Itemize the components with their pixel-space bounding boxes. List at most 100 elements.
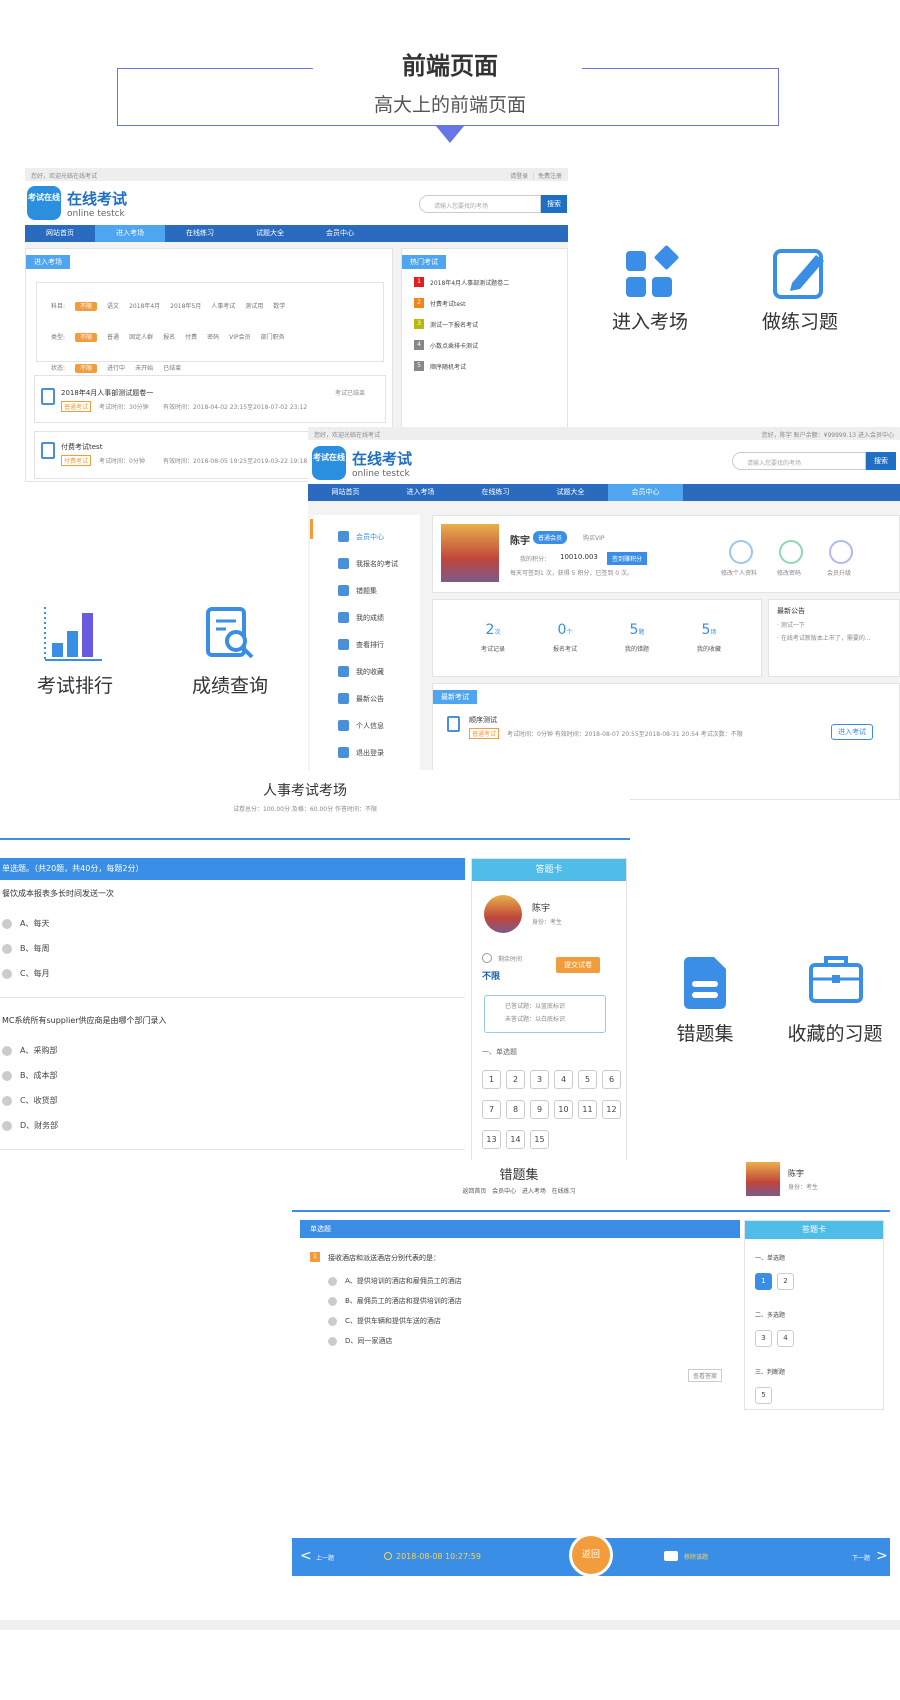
question-number-button[interactable]: 4	[554, 1070, 573, 1089]
breadcrumb-exam[interactable]: 进入考场	[522, 1188, 546, 1195]
lock-icon[interactable]	[779, 540, 803, 564]
sidebar-item[interactable]: 我的收藏	[338, 658, 420, 685]
option[interactable]: C、每月	[2, 968, 50, 979]
filter-option[interactable]: 不限	[75, 364, 98, 373]
hot-item[interactable]: 4 小数点乘排卡测试	[414, 340, 567, 350]
upgrade-link[interactable]: 会员升级	[827, 568, 851, 577]
breadcrumb-member[interactable]: 会员中心	[492, 1188, 516, 1195]
prev-button[interactable]: 上一题	[316, 1553, 334, 1562]
question-number-button[interactable]: 10	[554, 1100, 573, 1119]
filter-option[interactable]: 不限	[75, 302, 98, 311]
exam-item[interactable]: 2018年4月人事部测试题卷一 普通考试 考试时间：30分钟 有效时间：2018…	[34, 375, 386, 423]
question-number-button[interactable]: 5	[578, 1070, 597, 1089]
prev-arrow-icon[interactable]: <	[300, 1548, 312, 1564]
filter-option[interactable]: 2018年5月	[170, 303, 201, 310]
stat-item[interactable]: 2次 考试记录	[463, 622, 523, 653]
filter-option[interactable]: 部门职务	[261, 334, 285, 341]
question-number-button[interactable]: 9	[530, 1100, 549, 1119]
nav-home[interactable]: 网站首页	[308, 484, 383, 501]
sidebar-item[interactable]: 退出登录	[338, 739, 420, 766]
notice-item[interactable]: 在线考试新版本上市了，需要的...	[781, 635, 871, 642]
filter-option[interactable]: 测试用	[245, 303, 263, 310]
next-button[interactable]: 下一题	[852, 1553, 870, 1562]
nav-exam[interactable]: 进入考场	[95, 225, 165, 242]
question-number-button[interactable]: 15	[530, 1130, 549, 1149]
question-number-button[interactable]: 13	[482, 1130, 501, 1149]
shot2-logo[interactable]: 考试在线 在线考试 online testck	[312, 446, 412, 480]
stat-item[interactable]: 5场 我的收藏	[679, 622, 739, 653]
filter-option[interactable]: 语文	[107, 303, 119, 310]
nav-questions[interactable]: 试题大全	[533, 484, 608, 501]
crown-icon[interactable]	[829, 540, 853, 564]
option[interactable]: C、提供车辆和提供车送的酒店	[328, 1316, 708, 1326]
sidebar-item[interactable]: 我报名的考试	[338, 550, 420, 577]
filter-option[interactable]: 已结束	[163, 365, 181, 372]
shot1-login-links[interactable]: 请登录 ｜ 免费注册	[510, 171, 562, 180]
question-number-button[interactable]: 8	[506, 1100, 525, 1119]
nav-practice[interactable]: 在线练习	[458, 484, 533, 501]
hot-item[interactable]: 2 付费考试test	[414, 298, 567, 308]
question-number-button[interactable]: 11	[578, 1100, 597, 1119]
question-number-button[interactable]: 2	[506, 1070, 525, 1089]
shot2-search-button[interactable]: 搜索	[866, 452, 896, 470]
option[interactable]: D、财务部	[2, 1120, 58, 1131]
option[interactable]: C、收货部	[2, 1095, 58, 1106]
sidebar-item[interactable]: 个人信息	[338, 712, 420, 739]
filter-option[interactable]: 普通	[107, 334, 119, 341]
filter-option[interactable]: 固定人群	[129, 334, 153, 341]
nav-questions[interactable]: 试题大全	[235, 225, 305, 242]
filter-option[interactable]: 人事考试	[211, 303, 235, 310]
question-number-button[interactable]: 4	[777, 1330, 794, 1347]
question-number-button[interactable]: 6	[602, 1070, 621, 1089]
notice-item[interactable]: 测试一下	[781, 622, 805, 629]
option[interactable]: B、雇佣员工的酒店和提供培训的酒店	[328, 1296, 708, 1306]
exam-name[interactable]: 付费考试test	[61, 442, 102, 452]
shot1-logo[interactable]: 考试在线 在线考试 online testck	[27, 186, 127, 220]
filter-option[interactable]: 未开始	[135, 365, 153, 372]
sidebar-item[interactable]: 我的成绩	[338, 604, 420, 631]
next-arrow-icon[interactable]: >	[876, 1548, 888, 1564]
breadcrumb-practice[interactable]: 在线练习	[552, 1188, 576, 1195]
filter-option[interactable]: 付费	[185, 334, 197, 341]
buy-vip-link[interactable]: 购买VIP	[583, 533, 605, 542]
question-number-button[interactable]: 1	[755, 1273, 772, 1290]
stat-item[interactable]: 0个 报名考试	[535, 622, 595, 653]
option[interactable]: D、同一家酒店	[328, 1336, 708, 1346]
filter-option[interactable]: 报名	[163, 334, 175, 341]
question-number-button[interactable]: 5	[755, 1387, 772, 1404]
view-answer-button[interactable]: 查看答案	[688, 1369, 723, 1382]
filter-option[interactable]: 数学	[273, 303, 285, 310]
exam-name[interactable]: 顺序测试	[469, 715, 497, 725]
sidebar-item[interactable]: 错题集	[338, 577, 420, 604]
change-password-link[interactable]: 修改密码	[777, 568, 801, 577]
question-number-button[interactable]: 12	[602, 1100, 621, 1119]
shot1-search-button[interactable]: 搜索	[541, 195, 567, 213]
shot2-account-info[interactable]: 您好，陈宇 账户余额：¥99999.13 进入会员中心	[762, 430, 894, 439]
question-number-button[interactable]: 3	[530, 1070, 549, 1089]
sidebar-item[interactable]: 会员中心	[338, 523, 420, 550]
sidebar-item[interactable]: 最新公告	[338, 685, 420, 712]
option[interactable]: A、每天	[2, 918, 49, 929]
edit-profile-link[interactable]: 修改个人资料	[721, 568, 757, 577]
shot2-search-input[interactable]: 请输入您要找的考场	[732, 452, 866, 470]
user-edit-icon[interactable]	[729, 540, 753, 564]
nav-member[interactable]: 会员中心	[608, 484, 683, 501]
enter-exam-button[interactable]: 进入考试	[831, 724, 873, 740]
nav-practice[interactable]: 在线练习	[165, 225, 235, 242]
option[interactable]: A、提供培训的酒店和雇佣员工的酒店	[328, 1276, 708, 1286]
filter-option[interactable]: VIP会员	[229, 334, 251, 341]
exam-name[interactable]: 2018年4月人事部测试题卷一	[61, 388, 153, 398]
sidebar-item[interactable]: 查看排行	[338, 631, 420, 658]
filter-option[interactable]: 2018年4月	[129, 303, 160, 310]
nav-exam[interactable]: 进入考场	[383, 484, 458, 501]
question-number-button[interactable]: 3	[755, 1330, 772, 1347]
breadcrumb-home[interactable]: 返回首页	[462, 1188, 486, 1195]
question-number-button[interactable]: 14	[506, 1130, 525, 1149]
filter-option[interactable]: 进行中	[107, 365, 125, 372]
back-button[interactable]: 返回	[569, 1533, 613, 1577]
filter-option[interactable]: 密码	[207, 334, 219, 341]
question-number-button[interactable]: 2	[777, 1273, 794, 1290]
filter-option[interactable]: 不限	[75, 333, 98, 342]
hot-item[interactable]: 1 2018年4月人事部测试题卷二	[414, 277, 567, 287]
option[interactable]: B、成本部	[2, 1070, 58, 1081]
